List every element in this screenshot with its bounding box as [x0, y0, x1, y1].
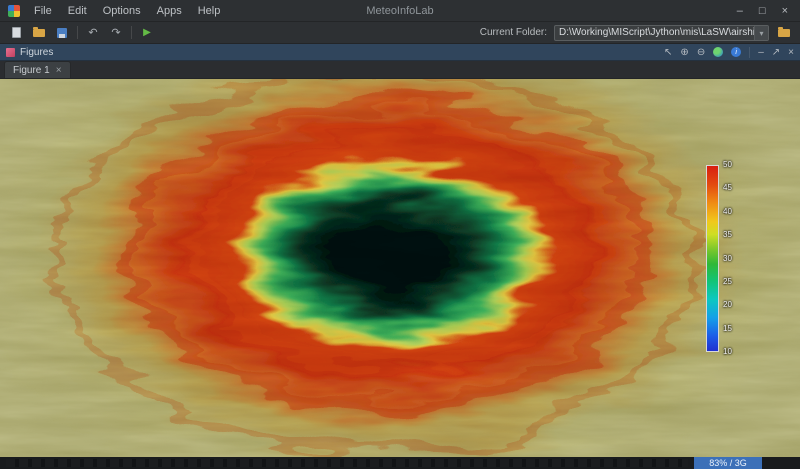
- full-extent-globe-icon[interactable]: [713, 47, 723, 57]
- status-bar-texture: [6, 459, 688, 467]
- colorbar-legend: 50 45 40 35 30 25 20 15 10: [706, 165, 752, 352]
- browse-folder-button[interactable]: [776, 25, 792, 41]
- new-script-button[interactable]: [8, 25, 24, 41]
- zoom-out-icon[interactable]: ⊖: [697, 47, 705, 58]
- colorbar-tick: 15: [723, 325, 732, 333]
- figure-tab-bar: Figure 1 ×: [0, 61, 800, 79]
- memory-indicator: 83% / 3G: [694, 457, 762, 469]
- browse-folder-icon: [778, 29, 790, 37]
- colorbar-tick: 10: [723, 348, 732, 356]
- close-button[interactable]: ×: [782, 5, 788, 17]
- zoom-in-icon[interactable]: ⊕: [680, 47, 688, 58]
- toolbar-divider: [77, 26, 78, 39]
- panel-close-button[interactable]: ×: [788, 47, 794, 58]
- identify-info-icon[interactable]: i: [731, 47, 741, 57]
- menu-apps[interactable]: Apps: [151, 3, 188, 19]
- new-file-icon: [12, 27, 21, 38]
- colorbar-tick: 25: [723, 278, 732, 286]
- current-folder-combobox[interactable]: D:\Working\MIScript\Jython\mis\LaSW\airs…: [554, 25, 769, 41]
- colorbar-tick: 20: [723, 301, 732, 309]
- tab-figure-1[interactable]: Figure 1 ×: [4, 61, 71, 78]
- figures-panel-title: Figures: [20, 47, 53, 58]
- tab-close-icon[interactable]: ×: [56, 65, 62, 76]
- maximize-button[interactable]: □: [759, 5, 766, 17]
- colorbar-tick: 30: [723, 255, 732, 263]
- menu-edit[interactable]: Edit: [62, 3, 93, 19]
- select-tool-icon[interactable]: ↖: [664, 47, 672, 58]
- figure-canvas[interactable]: 50 45 40 35 30 25 20 15 10: [0, 79, 800, 457]
- toolbar-divider: [131, 26, 132, 39]
- minimize-button[interactable]: –: [737, 5, 743, 17]
- title-bar: File Edit Options Apps Help MeteoInfoLab…: [0, 0, 800, 22]
- combo-dropdown-icon[interactable]: ▾: [754, 26, 768, 40]
- panel-minimize-button[interactable]: –: [758, 47, 764, 58]
- app-logo-icon: [8, 5, 20, 17]
- figure-toolbar: ↖ ⊕ ⊖ i – ↗ ×: [664, 47, 794, 58]
- colorbar-tick-labels: 50 45 40 35 30 25 20 15 10: [723, 161, 732, 356]
- hurricane-visualization[interactable]: [0, 79, 800, 457]
- undo-button[interactable]: ↶: [85, 25, 101, 41]
- colorbar-gradient: [706, 165, 719, 352]
- colorbar-tick: 35: [723, 231, 732, 239]
- window-title: MeteoInfoLab: [366, 5, 433, 17]
- run-script-button[interactable]: ▶: [139, 25, 155, 41]
- figures-panel-icon: [6, 48, 15, 57]
- tab-label: Figure 1: [13, 65, 50, 76]
- current-folder-value[interactable]: D:\Working\MIScript\Jython\mis\LaSW\airs…: [555, 27, 754, 38]
- save-disk-icon: [57, 28, 67, 38]
- window-controls: – □ ×: [737, 5, 792, 17]
- save-button[interactable]: [54, 25, 70, 41]
- menu-help[interactable]: Help: [192, 3, 227, 19]
- redo-button[interactable]: ↷: [108, 25, 124, 41]
- status-bar: 83% / 3G: [0, 457, 800, 469]
- colorbar-tick: 40: [723, 208, 732, 216]
- menu-options[interactable]: Options: [97, 3, 147, 19]
- colorbar-tick: 50: [723, 161, 732, 169]
- current-folder-label: Current Folder:: [480, 27, 547, 38]
- main-toolbar: ↶ ↷ ▶ Current Folder: D:\Working\MIScrip…: [0, 22, 800, 44]
- panel-float-button[interactable]: ↗: [772, 47, 780, 58]
- figure-toolbar-divider: [749, 47, 750, 58]
- open-file-button[interactable]: [31, 25, 47, 41]
- open-folder-icon: [33, 29, 45, 37]
- colorbar-tick: 45: [723, 184, 732, 192]
- menu-file[interactable]: File: [28, 3, 58, 19]
- figures-panel-header: Figures ↖ ⊕ ⊖ i – ↗ ×: [0, 44, 800, 61]
